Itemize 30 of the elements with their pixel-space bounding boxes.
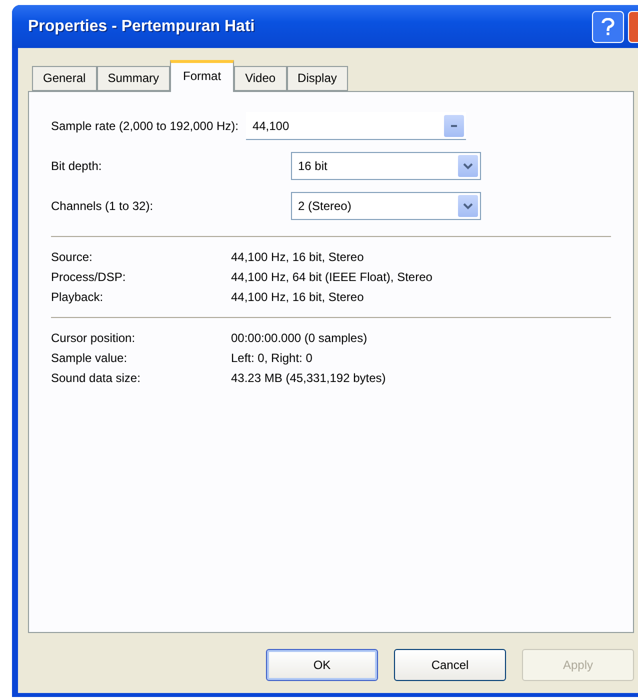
dropdown-field[interactable]: 16 bit bbox=[291, 152, 481, 180]
dialog-button[interactable]: OK bbox=[266, 649, 378, 681]
info-label: Sample value: bbox=[51, 351, 128, 365]
field-label: Sample rate (2,000 to 192,000 Hz): bbox=[51, 119, 238, 133]
window-title: Properties - Pertempuran Hati bbox=[28, 18, 255, 36]
help-icon[interactable] bbox=[592, 10, 624, 42]
info-value: 44,100 Hz, 16 bit, Stereo bbox=[231, 250, 365, 264]
info-value: 44,100 Hz, 64 bit (IEEE Float), Stereo bbox=[231, 270, 434, 284]
chevron-down-icon[interactable] bbox=[458, 155, 478, 177]
info-value: 44,100 Hz, 16 bit, Stereo bbox=[231, 290, 365, 304]
combo-field[interactable]: 44,100 bbox=[246, 112, 466, 140]
field-label: Channels (1 to 32): bbox=[51, 199, 154, 213]
chevron-down-icon[interactable] bbox=[458, 195, 478, 217]
info-label: Sound data size: bbox=[51, 371, 142, 385]
tab[interactable]: General bbox=[32, 66, 97, 91]
field-label: Bit depth: bbox=[51, 159, 103, 173]
info-label: Playback: bbox=[51, 290, 104, 304]
tab[interactable]: Video bbox=[234, 66, 287, 91]
minus-icon[interactable] bbox=[444, 114, 464, 136]
tab[interactable]: Display bbox=[286, 66, 348, 91]
info-label: Source: bbox=[51, 250, 94, 264]
info-label: Process/DSP: bbox=[51, 270, 127, 284]
info-label: Cursor position: bbox=[51, 331, 136, 345]
info-value: 00:00:00.000 (0 samples) bbox=[231, 331, 368, 345]
tab[interactable]: Summary bbox=[96, 66, 170, 91]
dropdown-field[interactable]: 2 (Stereo) bbox=[291, 192, 481, 220]
info-value: Left: 0, Right: 0 bbox=[231, 351, 314, 365]
dialog-button[interactable]: Cancel bbox=[394, 649, 506, 681]
info-value: 43.23 MB (45,331,192 bytes) bbox=[231, 371, 387, 385]
tab[interactable]: Format bbox=[170, 60, 234, 92]
